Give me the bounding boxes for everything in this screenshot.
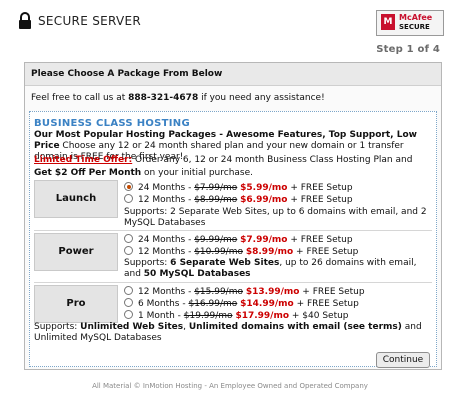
new-price: $6.99/mo bbox=[240, 195, 288, 205]
radio-button[interactable] bbox=[124, 234, 133, 243]
old-price: $10.99/mo bbox=[194, 247, 243, 257]
top-bar: SECURE SERVER M McAfee SECURE bbox=[0, 0, 460, 42]
package-launch-button[interactable]: Launch bbox=[34, 180, 118, 218]
term: 12 Months - bbox=[138, 247, 195, 257]
old-price: $15.99/mo bbox=[194, 287, 243, 297]
setup: + FREE Setup bbox=[293, 299, 359, 309]
pro-option-6mo[interactable]: 6 Months - $16.99/mo $14.99/mo + FREE Se… bbox=[124, 298, 359, 309]
call-suffix: if you need any assistance! bbox=[198, 93, 325, 103]
offer-text-2: on your initial purchase. bbox=[141, 168, 254, 178]
old-price: $8.99/mo bbox=[194, 195, 238, 205]
phone-number: 888-321-4678 bbox=[128, 93, 199, 103]
continue-button[interactable]: Continue bbox=[376, 352, 430, 368]
offer-text-1: Order any 6, 12 or 24 month Business Cla… bbox=[132, 155, 413, 165]
term: 12 Months - bbox=[138, 287, 195, 297]
setup: + FREE Setup bbox=[293, 247, 359, 257]
new-price: $14.99/mo bbox=[240, 299, 294, 309]
divider bbox=[34, 230, 432, 231]
setup: + FREE Setup bbox=[287, 183, 353, 193]
package-panel: Please Choose A Package From Below Feel … bbox=[24, 62, 442, 370]
new-price: $7.99/mo bbox=[240, 235, 288, 245]
launch-supports: Supports: 2 Separate Web Sites, up to 6 … bbox=[124, 207, 427, 228]
radio-button[interactable] bbox=[124, 246, 133, 255]
new-price: $8.99/mo bbox=[245, 247, 294, 257]
pro-option-1mo[interactable]: 1 Month - $19.99/mo $17.99/mo + $40 Setu… bbox=[124, 310, 349, 321]
radio-button[interactable] bbox=[124, 194, 133, 203]
setup: + FREE Setup bbox=[287, 235, 353, 245]
setup: + FREE Setup bbox=[287, 195, 353, 205]
page-title: SECURE SERVER bbox=[38, 14, 142, 28]
supports-bold-1: 6 Separate Web Sites bbox=[170, 258, 280, 268]
term: 6 Months - bbox=[138, 299, 189, 309]
old-price: $9.99/mo bbox=[194, 235, 238, 245]
old-price: $19.99/mo bbox=[183, 311, 233, 321]
old-price: $7.99/mo bbox=[194, 183, 238, 193]
mcafee-secure-badge[interactable]: M McAfee SECURE bbox=[376, 10, 444, 36]
term: 1 Month - bbox=[138, 311, 184, 321]
badge-sub: SECURE bbox=[399, 23, 430, 31]
limited-offer-text: Limited Time Offer: Order any 6, 12 or 2… bbox=[34, 154, 432, 180]
step-indicator: Step 1 of 4 bbox=[376, 44, 440, 55]
mcafee-logo-icon: M bbox=[381, 14, 395, 30]
new-price: $13.99/mo bbox=[245, 287, 300, 297]
old-price: $16.99/mo bbox=[188, 299, 238, 309]
offer-bold: Get $2 Off Per Month bbox=[34, 168, 142, 178]
section-title: BUSINESS CLASS HOSTING bbox=[34, 118, 190, 129]
offer-label: Limited Time Offer: bbox=[34, 155, 133, 165]
supports-bold-2: Unlimited domains with email (see terms) bbox=[188, 322, 402, 332]
new-price: $17.99/mo bbox=[235, 311, 290, 321]
term: 24 Months - bbox=[138, 235, 195, 245]
package-pro-button[interactable]: Pro bbox=[34, 285, 118, 323]
badge-brand: McAfee bbox=[399, 13, 433, 22]
setup: + FREE Setup bbox=[299, 287, 365, 297]
launch-option-12mo[interactable]: 12 Months - $8.99/mo $6.99/mo + FREE Set… bbox=[124, 194, 353, 205]
pro-supports: Supports: Unlimited Web Sites, Unlimited… bbox=[34, 322, 434, 344]
panel-header: Please Choose A Package From Below bbox=[25, 63, 441, 86]
power-option-12mo[interactable]: 12 Months - $10.99/mo $8.99/mo + FREE Se… bbox=[124, 246, 358, 257]
term: 24 Months - bbox=[138, 183, 195, 193]
radio-button[interactable] bbox=[124, 286, 133, 295]
radio-button[interactable] bbox=[124, 298, 133, 307]
setup: + $40 Setup bbox=[289, 311, 349, 321]
power-option-24mo[interactable]: 24 Months - $9.99/mo $7.99/mo + FREE Set… bbox=[124, 234, 353, 245]
lock-icon bbox=[19, 12, 31, 29]
radio-button[interactable] bbox=[124, 310, 133, 319]
footer-text: All Material © InMotion Hosting - An Emp… bbox=[92, 382, 368, 390]
term: 12 Months - bbox=[138, 195, 195, 205]
assistance-text: Feel free to call us at 888-321-4678 if … bbox=[31, 93, 325, 103]
supports-prefix: Supports: bbox=[124, 258, 171, 268]
radio-selected[interactable] bbox=[124, 182, 133, 191]
power-supports: Supports: 6 Separate Web Sites, up to 26… bbox=[124, 258, 434, 280]
supports-bold-2: 50 MySQL Databases bbox=[143, 269, 251, 279]
panel-heading: Please Choose A Package From Below bbox=[31, 69, 223, 79]
business-hosting-box: BUSINESS CLASS HOSTING Our Most Popular … bbox=[29, 111, 437, 368]
pro-option-12mo[interactable]: 12 Months - $15.99/mo $13.99/mo + FREE S… bbox=[124, 286, 365, 297]
supports-prefix: Supports: bbox=[34, 322, 81, 332]
new-price: $5.99/mo bbox=[240, 183, 288, 193]
call-prefix: Feel free to call us at bbox=[31, 93, 129, 103]
package-power-button[interactable]: Power bbox=[34, 233, 118, 271]
supports-bold-1: Unlimited Web Sites bbox=[80, 322, 184, 332]
divider bbox=[34, 282, 432, 283]
launch-option-24mo[interactable]: 24 Months - $7.99/mo $5.99/mo + FREE Set… bbox=[124, 182, 353, 193]
